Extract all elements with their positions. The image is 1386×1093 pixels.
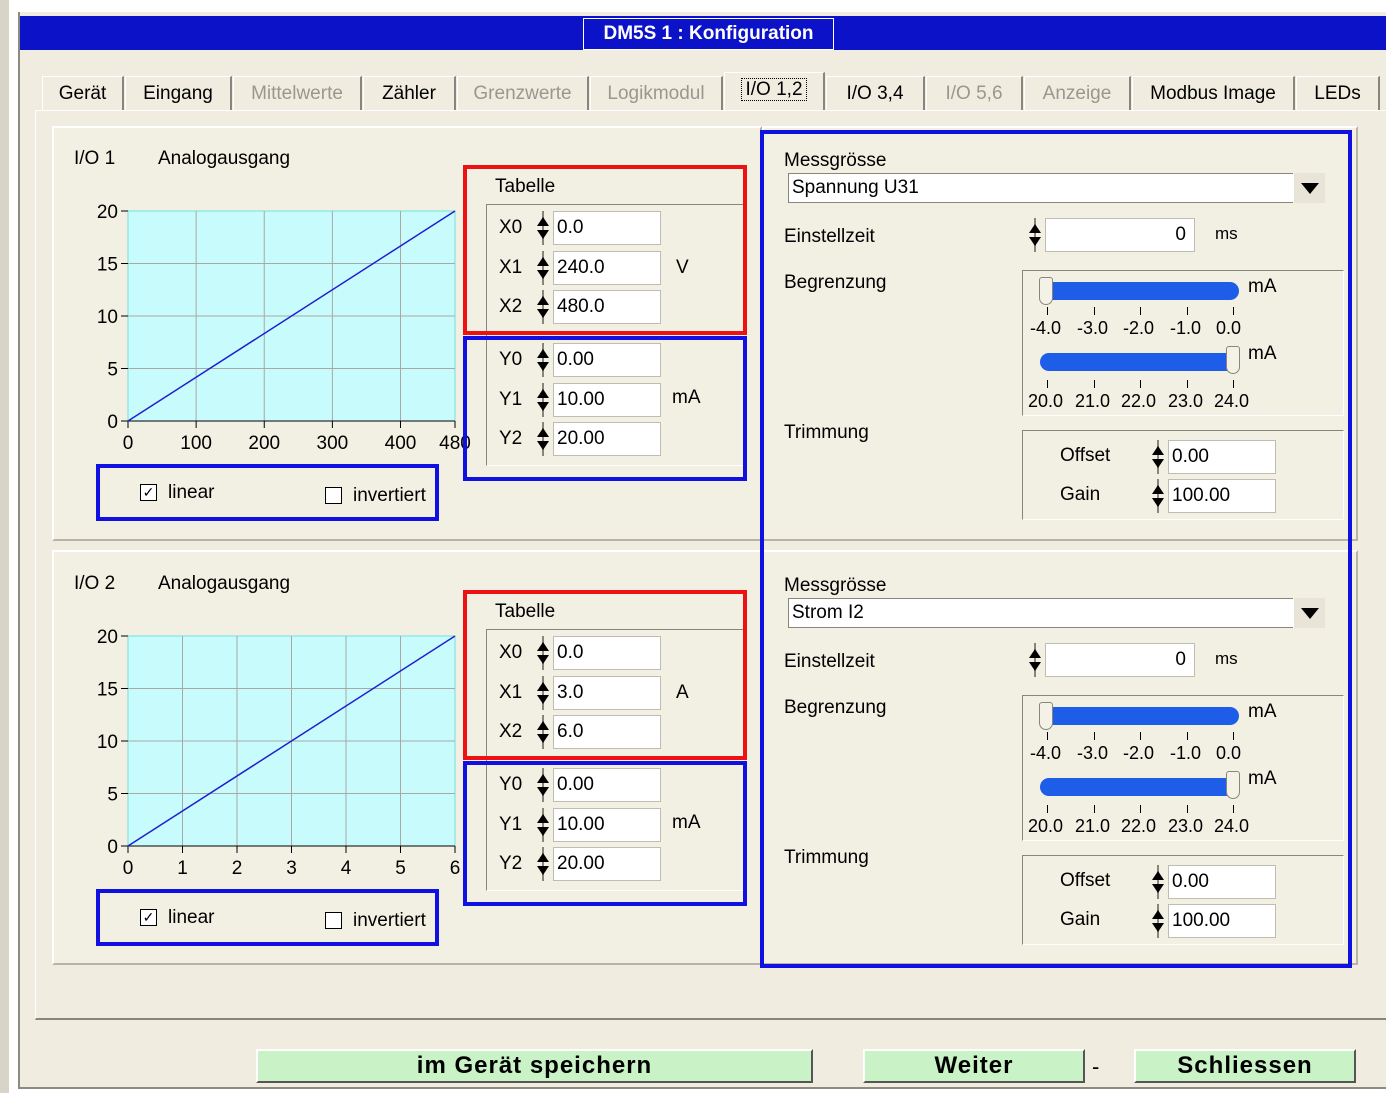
x-tick-label: 5 (395, 858, 406, 879)
x-tick-label: 200 (248, 433, 280, 454)
tab-mittelwerte[interactable]: Mittelwerte (233, 76, 362, 110)
tab-label: I/O 5,6 (945, 83, 1003, 104)
tab-grenzwerte[interactable]: Grenzwerte (457, 76, 589, 110)
x-tick-label: 400 (385, 433, 417, 454)
io2-y-table-highlight (463, 761, 747, 906)
io2-chart: 0 1 2 3 4 5 6 0 5 10 15 20 (97, 627, 461, 879)
y-tick-label: 10 (97, 732, 118, 753)
tab-label: Logikmodul (607, 83, 705, 104)
tab-label: Zähler (382, 83, 436, 104)
background-strip (0, 0, 9, 1093)
x-tick-label: 1 (177, 858, 188, 879)
x-tick-label: 4 (341, 858, 352, 879)
tab-leds[interactable]: LEDs (1296, 76, 1380, 110)
x-tick-label: 3 (286, 858, 297, 879)
tab-label: I/O 3,4 (846, 83, 904, 104)
io1-name: I/O 1 (74, 148, 116, 169)
tab-label: I/O 1,2 (741, 78, 807, 101)
next-button[interactable]: Weiter (863, 1049, 1085, 1083)
settings-highlight (760, 130, 1352, 968)
button-separator: - (1092, 1054, 1100, 1079)
y-tick-label: 5 (107, 360, 118, 381)
tab-i-o-1-2[interactable]: I/O 1,2 (724, 72, 825, 110)
x-tick-label: 0 (123, 433, 134, 454)
tab-zähler[interactable]: Zähler (363, 76, 456, 110)
tab-label: LEDs (1314, 83, 1361, 104)
tab-i-o-5-6[interactable]: I/O 5,6 (926, 76, 1023, 110)
tab-modbus-image[interactable]: Modbus Image (1132, 76, 1295, 110)
y-tick-label: 20 (97, 627, 118, 648)
io2-type: Analogausgang (158, 573, 291, 594)
tab-label: Grenzwerte (473, 83, 572, 104)
tab-anzeige[interactable]: Anzeige (1024, 76, 1131, 110)
window-title: DM5S 1 : Konfiguration (583, 18, 834, 50)
io2-name: I/O 2 (74, 573, 116, 594)
tab-i-o-3-4[interactable]: I/O 3,4 (826, 76, 925, 110)
io1-y-table-highlight (463, 336, 747, 481)
io1-x-table-highlight (463, 165, 747, 335)
tab-logikmodul[interactable]: Logikmodul (590, 76, 723, 110)
close-button[interactable]: Schliessen (1134, 1049, 1356, 1083)
io1-type: Analogausgang (158, 148, 291, 169)
y-tick-label: 15 (97, 680, 118, 701)
tab-gerät[interactable]: Gerät (42, 76, 124, 110)
x-tick-label: 0 (123, 858, 134, 879)
x-tick-label: 100 (180, 433, 212, 454)
y-tick-label: 0 (107, 412, 118, 433)
io2-options-highlight (96, 889, 439, 946)
tab-eingang[interactable]: Eingang (125, 76, 232, 110)
y-tick-label: 20 (97, 202, 118, 223)
x-tick-label: 2 (232, 858, 243, 879)
tab-label: Eingang (143, 83, 213, 104)
y-tick-label: 10 (97, 307, 118, 328)
io1-options-highlight (96, 464, 439, 521)
x-tick-label: 300 (317, 433, 349, 454)
io1-chart: 0 100 200 300 400 48005101520 (97, 202, 471, 454)
tab-label: Mittelwerte (251, 83, 343, 104)
save-to-device-button[interactable]: im Gerät speichern (256, 1049, 813, 1083)
tab-label: Anzeige (1042, 83, 1112, 104)
y-tick-label: 0 (107, 837, 118, 858)
tab-label: Gerät (58, 83, 107, 104)
tab-label: Modbus Image (1150, 83, 1276, 104)
x-tick-label: 6 (450, 858, 461, 879)
y-tick-label: 15 (97, 255, 118, 276)
y-tick-label: 5 (107, 785, 118, 806)
io2-x-table-highlight (463, 590, 747, 760)
